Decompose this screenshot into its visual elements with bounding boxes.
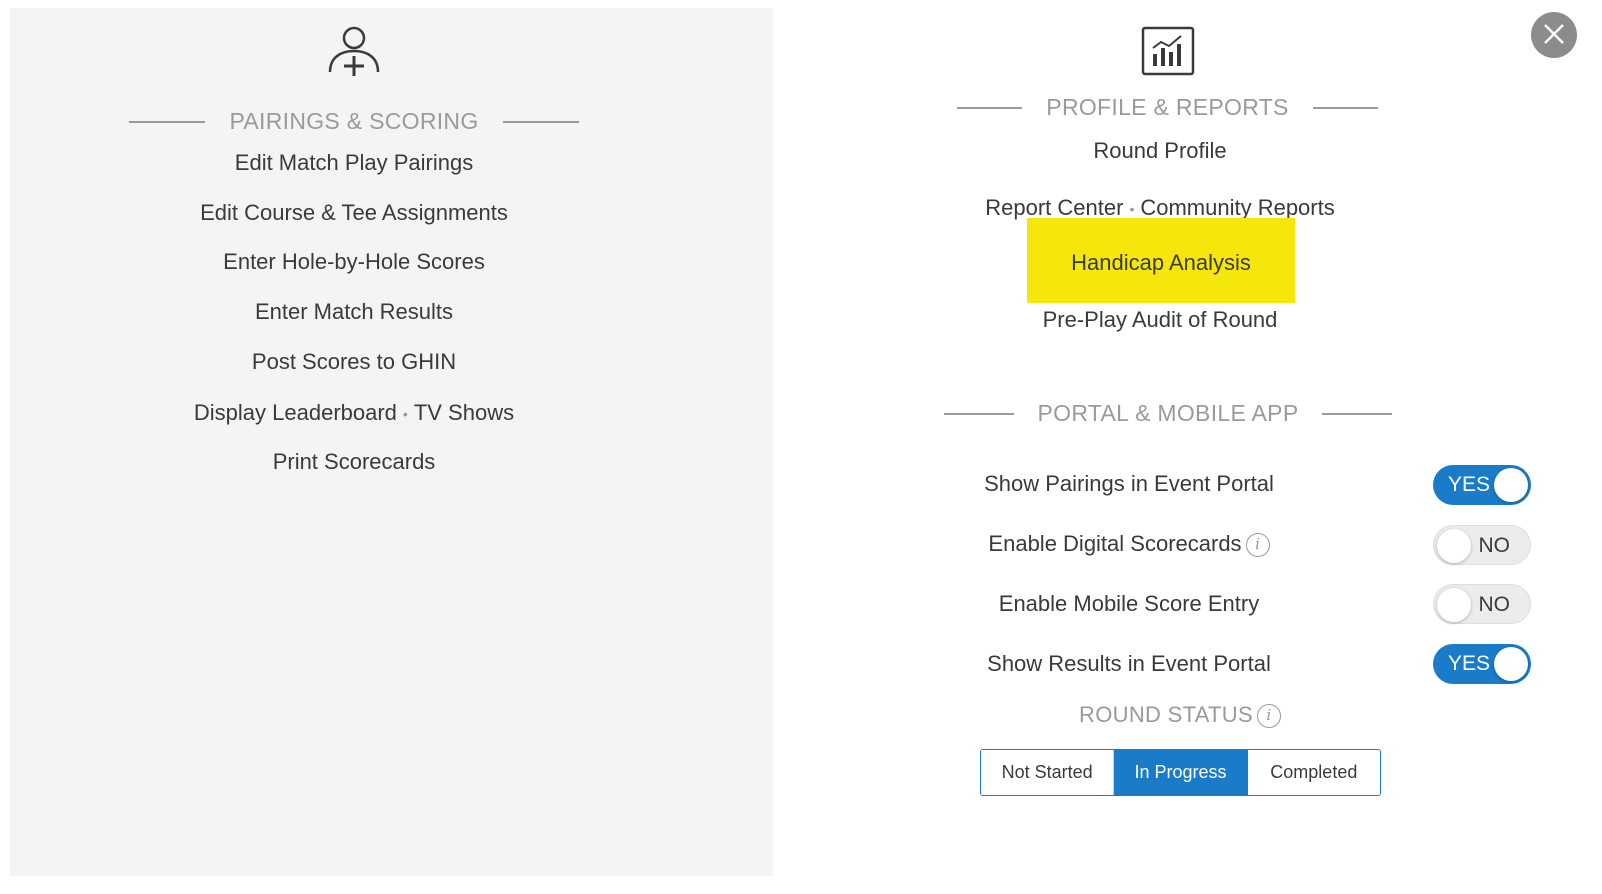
round-profile-link[interactable]: Round Profile [960,138,1360,164]
profile-reports-title: PROFILE & REPORTS [1046,94,1289,120]
toggle-state: NO [1478,593,1511,616]
report-center-link[interactable]: Report Center [985,195,1123,220]
in-progress-option[interactable]: In Progress [1114,750,1248,795]
pre-play-audit-link[interactable]: Pre-Play Audit of Round [960,307,1360,333]
profile-reports-header: PROFILE & REPORTS [957,94,1378,121]
enable-mobile-score-entry-toggle[interactable]: NO [1433,584,1531,624]
show-pairings-toggle[interactable]: YES [1433,465,1531,505]
round-status-heading: ROUND STATUS i [980,702,1380,728]
round-status-selector: Not Started In Progress Completed [980,749,1381,796]
portal-mobile-header: PORTAL & MOBILE APP [944,400,1392,427]
toggle-state: YES [1448,652,1491,675]
toggle-knob [1437,588,1471,622]
round-status-title: ROUND STATUS [1079,702,1253,727]
separator-dot: • [402,406,408,423]
toggle-knob [1494,647,1528,681]
enable-digital-scorecards-label: Enable Digital Scorecards i [914,531,1344,557]
enable-digital-scorecards-toggle[interactable]: NO [1433,525,1531,565]
header-rule-left [957,106,1023,109]
enter-hole-by-hole-scores-link[interactable]: Enter Hole-by-Hole Scores [10,249,698,275]
close-button[interactable] [1531,12,1577,58]
enable-digital-scorecards-text: Enable Digital Scorecards [988,531,1242,556]
show-pairings-label: Show Pairings in Event Portal [984,471,1274,496]
pairings-scoring-title: PAIRINGS & SCORING [229,108,479,134]
info-icon[interactable]: i [1256,704,1281,728]
toggle-knob [1494,468,1528,502]
edit-course-tee-assignments-link[interactable]: Edit Course & Tee Assignments [10,200,698,226]
pairings-scoring-header: PAIRINGS & SCORING [10,108,698,135]
not-started-option[interactable]: Not Started [981,750,1115,795]
header-rule-left [129,120,206,123]
header-rule-right [1312,106,1378,109]
show-results-label: Show Results in Event Portal [987,651,1271,676]
handicap-analysis-link[interactable]: Handicap Analysis [1027,250,1295,276]
chart-icon [1141,26,1195,81]
post-scores-ghin-link[interactable]: Post Scores to GHIN [10,349,698,375]
add-user-icon [325,24,383,83]
toggle-state: NO [1478,534,1511,557]
header-rule-right [1322,412,1392,415]
print-scorecards-link[interactable]: Print Scorecards [10,449,698,475]
leaderboard-tv-row: Display Leaderboard • TV Shows [10,400,698,426]
close-icon [1544,24,1564,44]
display-leaderboard-link[interactable]: Display Leaderboard [194,400,397,425]
community-reports-link[interactable]: Community Reports [1140,195,1334,220]
edit-match-play-pairings-link[interactable]: Edit Match Play Pairings [10,150,698,176]
toggle-state: YES [1448,473,1491,496]
completed-option[interactable]: Completed [1247,750,1380,795]
header-rule-left [944,412,1014,415]
enter-match-results-link[interactable]: Enter Match Results [10,299,698,325]
pairings-scoring-panel: PAIRINGS & SCORING Edit Match Play Pairi… [10,8,773,876]
show-results-toggle[interactable]: YES [1433,644,1531,684]
portal-mobile-title: PORTAL & MOBILE APP [1037,400,1299,426]
separator-dot: • [1129,201,1135,218]
toggle-knob [1437,529,1471,563]
tv-shows-link[interactable]: TV Shows [414,400,514,425]
header-rule-right [502,120,579,123]
enable-mobile-score-entry-label: Enable Mobile Score Entry [998,591,1260,616]
info-icon[interactable]: i [1245,533,1270,557]
